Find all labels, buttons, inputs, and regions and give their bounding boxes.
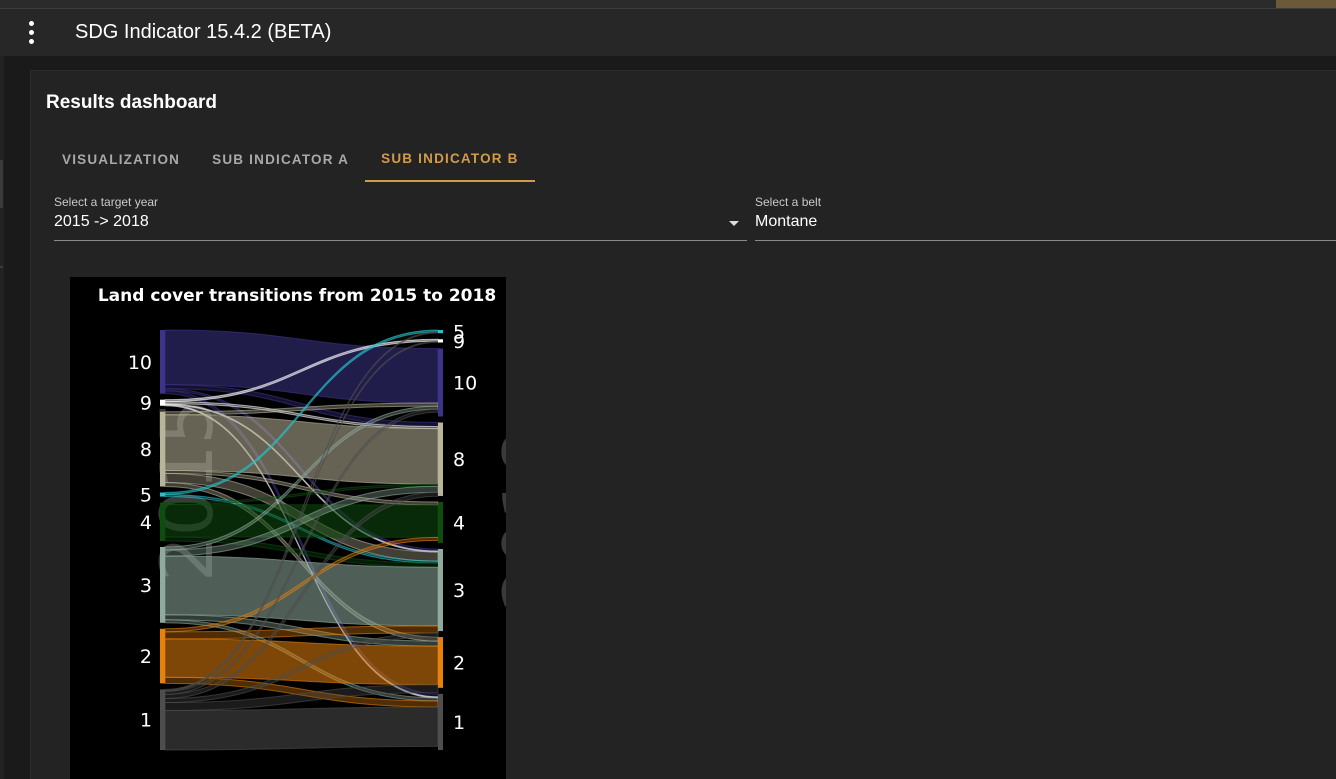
right-node-label-10: 10 bbox=[453, 373, 477, 395]
chart-title: Land cover transitions from 2015 to 2018 bbox=[98, 286, 496, 306]
belt-label: Select a belt bbox=[755, 195, 822, 209]
right-node-label-2: 2 bbox=[453, 652, 465, 674]
right-node-3 bbox=[438, 549, 443, 632]
left-node-label-2: 2 bbox=[140, 646, 152, 668]
left-node-label-5: 5 bbox=[140, 485, 152, 507]
left-node-5 bbox=[160, 492, 165, 497]
right-node-4 bbox=[438, 501, 443, 543]
target-year-label: Select a target year bbox=[54, 195, 159, 209]
right-node-label-9: 9 bbox=[453, 331, 465, 353]
left-node-8 bbox=[160, 411, 165, 487]
results-panel: Results dashboard VISUALIZATION SUB INDI… bbox=[31, 71, 1336, 779]
window-top-strip bbox=[0, 0, 1336, 9]
tab-bar: VISUALIZATION SUB INDICATOR A SUB INDICA… bbox=[46, 136, 535, 182]
tab-sub-indicator-b[interactable]: SUB INDICATOR B bbox=[365, 136, 535, 182]
right-node-label-3: 3 bbox=[453, 580, 465, 602]
left-node-1 bbox=[160, 689, 165, 750]
right-node-2 bbox=[438, 637, 443, 688]
right-node-label-8: 8 bbox=[453, 449, 465, 471]
right-node-9 bbox=[438, 339, 443, 343]
left-node-10 bbox=[160, 330, 165, 394]
tab-visualization[interactable]: VISUALIZATION bbox=[46, 136, 196, 182]
left-node-9 bbox=[160, 399, 165, 406]
sankey-svg: 2015 2018 123458910123458910 Land cover … bbox=[98, 286, 506, 751]
left-rail bbox=[0, 56, 4, 779]
left-node-label-8: 8 bbox=[140, 439, 152, 461]
right-node-label-4: 4 bbox=[453, 512, 465, 534]
left-node-label-4: 4 bbox=[140, 512, 152, 534]
sankey-chart: 2015 2018 1 2 3 4 5 8 9 10 1 2 3 4 5 8 9 10 Land cover … bbox=[70, 277, 506, 779]
tab-sub-indicator-a[interactable]: SUB INDICATOR A bbox=[196, 136, 365, 182]
left-node-label-9: 9 bbox=[140, 393, 152, 415]
app-title: SDG Indicator 15.4.2 (BETA) bbox=[75, 21, 332, 43]
dropdown-arrow-icon[interactable] bbox=[729, 221, 739, 226]
more-vert-icon[interactable] bbox=[18, 13, 44, 51]
left-node-4 bbox=[160, 502, 165, 541]
right-node-10 bbox=[438, 348, 443, 417]
target-year-select[interactable]: Select a target year 2015 -> 2018 bbox=[54, 195, 747, 241]
target-year-value: 2015 -> 2018 bbox=[54, 213, 149, 230]
left-node-2 bbox=[160, 628, 165, 684]
belt-value: Montane bbox=[755, 213, 818, 230]
left-node-label-10: 10 bbox=[128, 352, 152, 374]
right-node-8 bbox=[438, 422, 443, 496]
left-node-label-3: 3 bbox=[140, 575, 152, 597]
page-title: Results dashboard bbox=[46, 92, 218, 113]
right-node-5 bbox=[438, 330, 443, 334]
right-node-label-1: 1 bbox=[453, 712, 465, 734]
left-node-label-1: 1 bbox=[140, 710, 152, 732]
belt-select[interactable]: Select a belt Montane bbox=[755, 195, 1336, 241]
left-node-3 bbox=[160, 546, 165, 623]
flow-1-to-1 bbox=[164, 706, 439, 751]
right-node-1 bbox=[438, 693, 443, 750]
window-accent bbox=[1276, 0, 1336, 8]
app-bar: SDG Indicator 15.4.2 (BETA) bbox=[0, 9, 1336, 56]
right-year-watermark: 2018 bbox=[488, 429, 506, 612]
